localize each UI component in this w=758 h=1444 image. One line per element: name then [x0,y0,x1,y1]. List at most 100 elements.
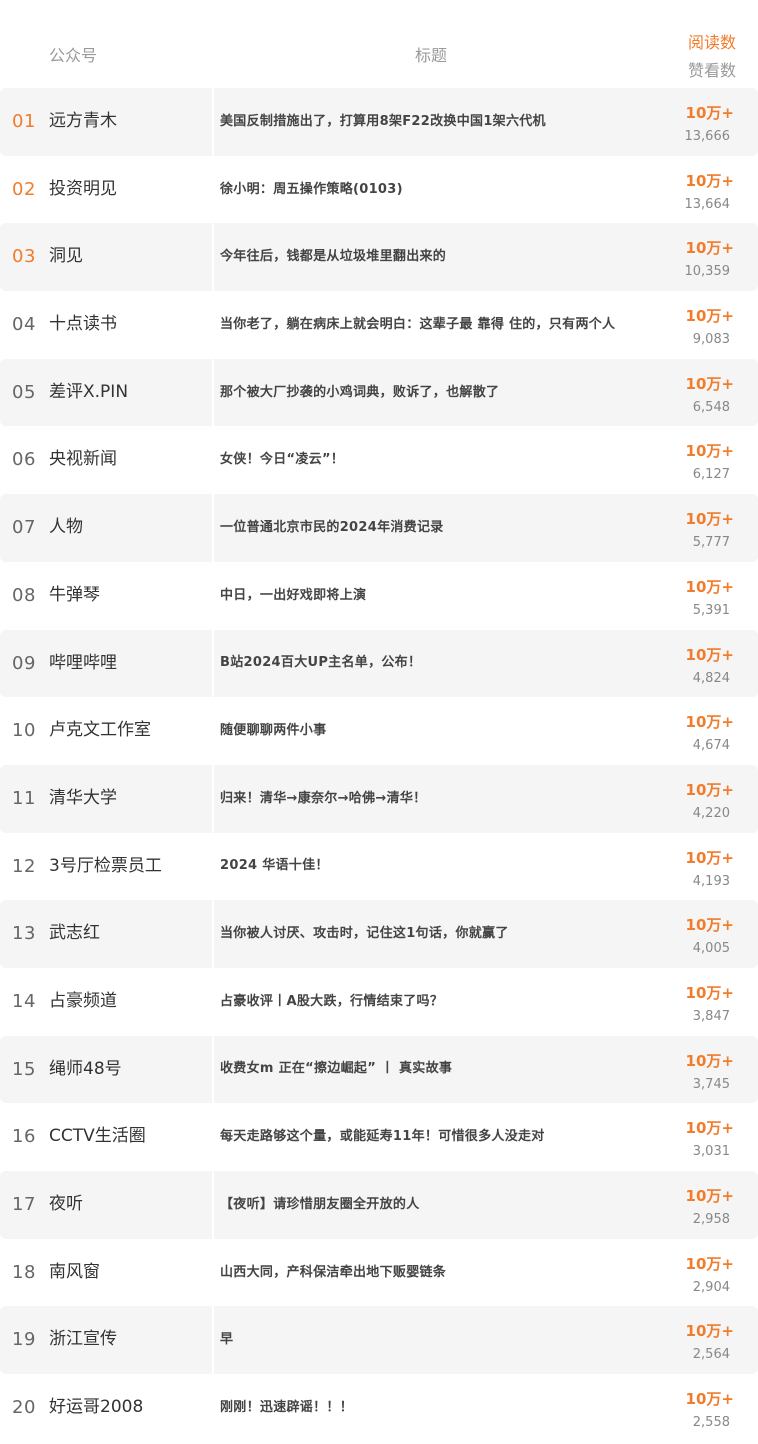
like-count: 4,005 [692,941,730,957]
read-count: 10万+ [685,713,734,732]
article-title-cell[interactable]: 当你老了，躺在病床上就会明白：这辈子最 靠得 住的，只有两个人 [220,291,640,359]
article-title-cell[interactable]: 刚刚！迅速辟谣！！！ [220,1374,640,1442]
table-row[interactable]: 04 十点读书 当你老了，躺在病床上就会明白：这辈子最 靠得 住的，只有两个人 10万… [0,291,758,359]
account-name[interactable]: 央视新闻 [49,426,117,494]
account-name[interactable]: 牛弹琴 [49,562,100,630]
article-title[interactable]: 收费女m 正在“擦边崛起” 丨 真实故事 [220,1057,452,1081]
article-title-cell[interactable]: 今年往后，钱都是从垃圾堆里翻出来的 [220,223,640,291]
account-name[interactable]: 卢克文工作室 [49,697,151,765]
rank-number: 15 [12,1058,36,1080]
article-title[interactable]: 女侠！今日“凌云”！ [220,448,344,472]
table-row[interactable]: 14 占豪频道 占豪收评丨A股大跌，行情结束了吗？ 10万+ 3,847 [0,967,758,1036]
account-name[interactable]: 差评X.PIN [49,359,128,427]
article-title[interactable]: 美国反制措施出了，打算用8架F22改换中国1架六代机 [220,110,546,134]
article-title-cell[interactable]: 山西大同，产科保洁牵出地下贩婴链条 [220,1239,640,1307]
article-title-cell[interactable]: 一位普通北京市民的2024年消费记录 [220,494,640,562]
article-title-cell[interactable]: 当你被人讨厌、攻击时，记住这1句话，你就赢了 [220,900,640,968]
table-row[interactable]: 10 卢克文工作室 随便聊聊两件小事 10万+ 4,674 [0,697,758,765]
table-row[interactable]: 17 夜听 【夜听】请珍惜朋友圈全开放的人 10万+ 2,958 [0,1171,758,1239]
table-row[interactable]: 20 好运哥2008 刚刚！迅速辟谣！！！ 10万+ 2,558 [0,1374,758,1442]
table-row[interactable]: 06 央视新闻 女侠！今日“凌云”！ 10万+ 6,127 [0,426,758,495]
article-title[interactable]: 刚刚！迅速辟谣！！！ [220,1396,353,1420]
article-title-cell[interactable]: 归来！清华→康奈尔→哈佛→清华！ [220,765,640,833]
rank-number: 01 [12,111,36,132]
account-name[interactable]: 清华大学 [49,765,117,833]
account-name[interactable]: 南风窗 [49,1239,100,1307]
article-title-cell[interactable]: B站2024百大UP主名单，公布！ [220,630,640,698]
column-header-reads[interactable]: 阅读数 [688,29,736,53]
article-title-cell[interactable]: 中日，一出好戏即将上演 [220,562,640,630]
article-title-cell[interactable]: 随便聊聊两件小事 [220,697,640,765]
article-title[interactable]: 归来！清华→康奈尔→哈佛→清华！ [220,787,426,811]
read-count: 10万+ [685,780,734,799]
like-count: 6,127 [692,467,730,483]
like-count: 2,904 [692,1279,730,1295]
article-title-cell[interactable]: 每天走路够这个量，或能延寿11年！可惜很多人没走对 [220,1103,640,1171]
account-name[interactable]: 洞见 [49,223,83,291]
table-row[interactable]: 11 清华大学 归来！清华→康奈尔→哈佛→清华！ 10万+ 4,220 [0,764,758,833]
table-row[interactable]: 12 3号厅检票员工 2024 华语十佳！ 10万+ 4,193 [0,832,758,901]
table-row[interactable]: 02 投资明见 徐小明：周五操作策略(0103) 10万+ 13,664 [0,155,758,224]
account-name[interactable]: 人物 [49,494,83,562]
article-title[interactable]: B站2024百大UP主名单，公布！ [220,651,421,675]
account-name[interactable]: 浙江宣传 [49,1306,117,1374]
article-title[interactable]: 每天走路够这个量，或能延寿11年！可惜很多人没走对 [220,1125,545,1149]
table-row[interactable]: 13 武志红 当你被人讨厌、攻击时，记住这1句话，你就赢了 10万+ 4,005 [0,900,758,968]
article-title-cell[interactable]: 女侠！今日“凌云”！ [220,426,640,494]
article-title[interactable]: 占豪收评丨A股大跌，行情结束了吗？ [220,990,443,1014]
account-name[interactable]: 武志红 [49,900,100,968]
rank-number: 05 [12,381,36,403]
account-name[interactable]: 十点读书 [49,291,117,359]
article-title-cell[interactable]: 徐小明：周五操作策略(0103) [220,156,640,224]
rank-number: 20 [12,1397,36,1419]
account-name[interactable]: 绳师48号 [49,1036,122,1104]
column-header-likes[interactable]: 赞看数 [688,57,736,81]
account-name[interactable]: 投资明见 [49,156,117,224]
article-title[interactable]: 那个被大厂抄袭的小鸡词典，败诉了，也解散了 [220,381,499,405]
article-title[interactable]: 一位普通北京市民的2024年消费记录 [220,516,444,540]
article-title[interactable]: 当你老了，躺在病床上就会明白：这辈子最 靠得 住的，只有两个人 [220,313,615,337]
account-name[interactable]: CCTV生活圈 [49,1103,146,1171]
article-title[interactable]: 山西大同，产科保洁牵出地下贩婴链条 [220,1261,446,1285]
read-count: 10万+ [685,171,734,190]
article-title[interactable]: 【夜听】请珍惜朋友圈全开放的人 [220,1193,420,1217]
table-row[interactable]: 19 浙江宣传 早 10万+ 2,564 [0,1306,758,1375]
table-row[interactable]: 09 哔哩哔哩 B站2024百大UP主名单，公布！ 10万+ 4,824 [0,629,758,698]
account-name[interactable]: 夜听 [49,1171,83,1239]
table-row[interactable]: 03 洞见 今年往后，钱都是从垃圾堆里翻出来的 10万+ 10,359 [0,223,758,292]
table-row[interactable]: 15 绳师48号 收费女m 正在“擦边崛起” 丨 真实故事 10万+ 3,745 [0,1035,758,1104]
table-row[interactable]: 01 远方青木 美国反制措施出了，打算用8架F22改换中国1架六代机 10万+ 13,6… [0,88,758,156]
article-title-cell[interactable]: 占豪收评丨A股大跌，行情结束了吗？ [220,968,640,1036]
column-divider [212,764,214,833]
table-row[interactable]: 05 差评X.PIN 那个被大厂抄袭的小鸡词典，败诉了，也解散了 10万+ 6,548 [0,358,758,427]
table-row[interactable]: 08 牛弹琴 中日，一出好戏即将上演 10万+ 5,391 [0,561,758,630]
article-title-cell[interactable]: 美国反制措施出了，打算用8架F22改换中国1架六代机 [220,88,640,156]
article-title[interactable]: 今年往后，钱都是从垃圾堆里翻出来的 [220,245,446,269]
like-count: 6,548 [692,399,730,415]
article-title-cell[interactable]: 那个被大厂抄袭的小鸡词典，败诉了，也解散了 [220,359,640,427]
article-title[interactable]: 早 [220,1328,233,1352]
article-title-cell[interactable]: 2024 华语十佳！ [220,833,640,901]
account-name[interactable]: 远方青木 [49,88,117,156]
article-title[interactable]: 徐小明：周五操作策略(0103) [220,178,403,202]
column-divider [212,494,214,562]
column-divider [212,1374,214,1442]
article-title[interactable]: 当你被人讨厌、攻击时，记住这1句话，你就赢了 [220,922,509,946]
column-divider [212,1171,214,1239]
article-title[interactable]: 随便聊聊两件小事 [220,719,326,743]
article-title-cell[interactable]: 收费女m 正在“擦边崛起” 丨 真实故事 [220,1036,640,1104]
table-row[interactable]: 18 南风窗 山西大同，产科保洁牵出地下贩婴链条 10万+ 2,904 [0,1238,758,1307]
account-name[interactable]: 占豪频道 [49,968,117,1036]
table-row[interactable]: 16 CCTV生活圈 每天走路够这个量，或能延寿11年！可惜很多人没走对 10万+ 3,… [0,1103,758,1171]
account-name[interactable]: 好运哥2008 [49,1374,143,1442]
article-title[interactable]: 2024 华语十佳！ [220,854,329,878]
article-title-cell[interactable]: 早 [220,1306,640,1374]
article-title[interactable]: 中日，一出好戏即将上演 [220,584,366,608]
article-title-cell[interactable]: 【夜听】请珍惜朋友圈全开放的人 [220,1171,640,1239]
read-count: 10万+ [685,104,734,122]
column-divider [212,358,214,427]
account-name[interactable]: 3号厅检票员工 [49,833,162,901]
account-name[interactable]: 哔哩哔哩 [49,630,117,698]
rank-number: 13 [12,923,36,945]
table-row[interactable]: 07 人物 一位普通北京市民的2024年消费记录 10万+ 5,777 [0,494,758,562]
